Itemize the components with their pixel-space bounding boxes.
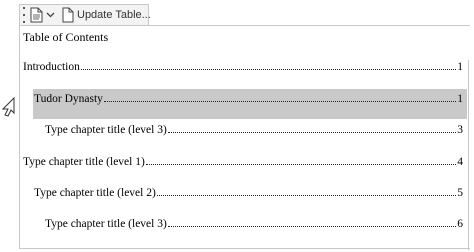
dot-leader	[167, 132, 457, 133]
toc-entry-level1[interactable]: Type chapter title (level 1) 4	[23, 152, 463, 168]
toc-entry-level2[interactable]: Type chapter title (level 2) 5	[34, 183, 463, 199]
toc-entry-level3-b[interactable]: Type chapter title (level 3) 6	[45, 214, 463, 230]
dot-leader	[167, 226, 457, 227]
toc-entry-text: Tudor Dynasty	[34, 93, 103, 105]
toc-entry-page: 4	[457, 156, 463, 168]
update-table-label: Update Table...	[77, 9, 151, 21]
toc-entry-page: 6	[457, 218, 463, 230]
table-of-contents-button[interactable]	[30, 6, 55, 24]
grip-dots-icon[interactable]	[23, 7, 25, 23]
document-icon	[30, 7, 43, 23]
toc-entry-page: 1	[457, 93, 463, 105]
toc-entry-tudor-dynasty[interactable]: Tudor Dynasty 1	[34, 89, 463, 105]
toc-toolbar: Update Table...	[19, 4, 151, 26]
toc-entry-text: Type chapter title (level 1)	[23, 156, 145, 168]
toc-entry-text: Type chapter title (level 3)	[45, 124, 167, 136]
dot-leader	[145, 164, 457, 165]
chevron-down-icon[interactable]	[46, 11, 55, 19]
toc-entry-text: Type chapter title (level 2)	[34, 187, 156, 199]
toc-right-border	[468, 60, 469, 250]
toc-entry-page: 3	[457, 124, 463, 136]
toc-entry-text: Introduction	[23, 61, 80, 73]
toc-entry-page: 5	[457, 187, 463, 199]
dot-leader	[103, 101, 457, 102]
update-table-button[interactable]: Update Table...	[62, 6, 155, 24]
toc-entry-text: Type chapter title (level 3)	[45, 218, 167, 230]
mouse-pointer-icon	[2, 97, 15, 117]
page-icon	[62, 7, 74, 23]
dot-leader	[80, 69, 457, 70]
toc-entry-page: 1	[457, 61, 463, 73]
dot-leader	[156, 195, 457, 196]
toc-entry-introduction[interactable]: Introduction 1	[23, 57, 463, 73]
toc-entry-level3-a[interactable]: Type chapter title (level 3) 3	[45, 120, 463, 136]
toc-title: Table of Contents	[23, 30, 109, 44]
